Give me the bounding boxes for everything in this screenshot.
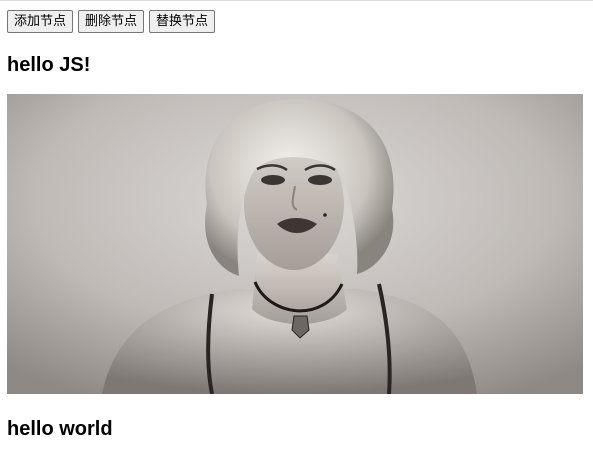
replace-node-button[interactable]: 替换节点 bbox=[149, 10, 216, 33]
portrait-photo-image bbox=[7, 94, 583, 394]
add-node-button[interactable]: 添加节点 bbox=[7, 10, 74, 33]
page-content: 添加节点 删除节点 替换节点 hello JS! hello world bbox=[7, 10, 587, 441]
top-divider bbox=[0, 0, 593, 1]
heading-hello-world: hello world bbox=[7, 418, 113, 440]
remove-node-button[interactable]: 删除节点 bbox=[78, 10, 145, 33]
button-toolbar: 添加节点 删除节点 替换节点 bbox=[7, 10, 587, 33]
portrait-photo bbox=[7, 94, 583, 394]
heading-hello-js: hello JS! bbox=[7, 54, 91, 76]
